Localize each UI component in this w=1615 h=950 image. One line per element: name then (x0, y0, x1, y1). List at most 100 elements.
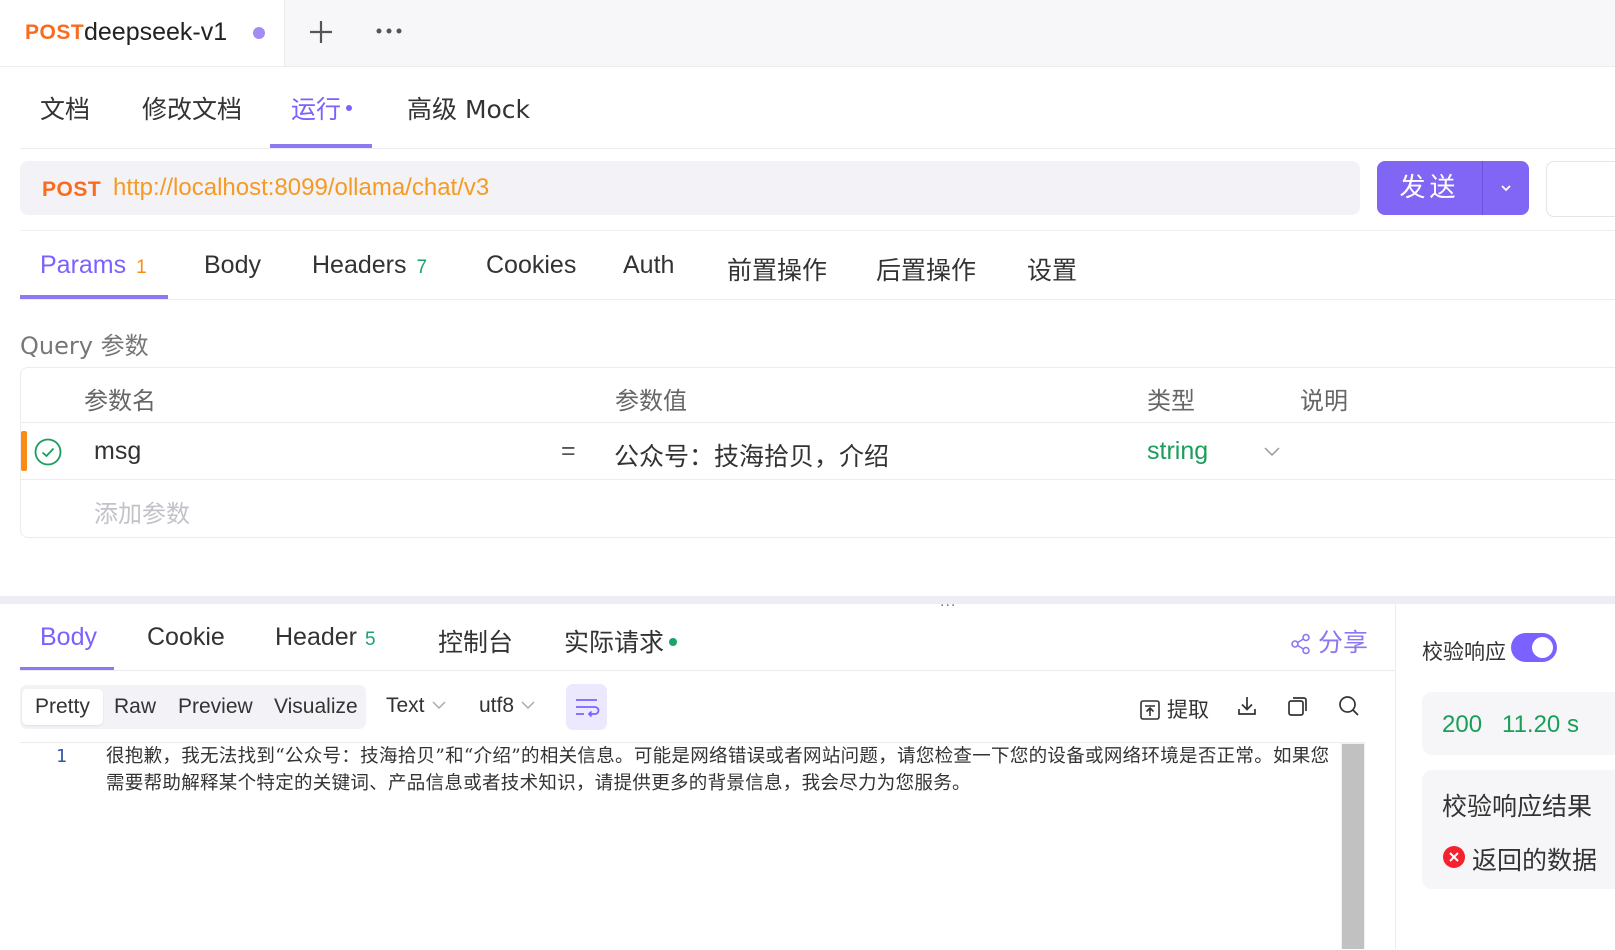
format-raw-button[interactable]: Raw (101, 689, 169, 725)
validation-error-text: 返回的数据 (1472, 846, 1598, 875)
tab-advanced-mock[interactable]: 高级 Mock (407, 90, 530, 126)
ellipsis-icon (376, 28, 402, 34)
wrap-lines-icon (576, 699, 600, 718)
check-circle-icon (34, 438, 62, 466)
copy-icon (1288, 697, 1307, 716)
response-tab-console[interactable]: 控制台 (438, 623, 513, 659)
format-mode-group: Pretty Raw Preview Visualize (20, 685, 366, 729)
verify-response-label: 校验响应 (1422, 640, 1506, 664)
tab-method-label: POST (25, 21, 85, 44)
tab-pre-request[interactable]: 前置操作 (727, 251, 827, 287)
response-body-text[interactable]: 很抱歉，我无法找到“公众号：技海拾贝”和“介绍”的相关信息。可能是网络错误或者网… (106, 743, 1338, 797)
response-tab-body[interactable]: Body (40, 623, 97, 652)
extract-label: 提取 (1167, 698, 1209, 722)
tab-docs[interactable]: 文档 (40, 90, 90, 126)
format-pretty-button[interactable]: Pretty (22, 689, 103, 725)
content-type-select[interactable]: Text (386, 694, 447, 718)
plus-icon (310, 21, 332, 43)
param-type-select[interactable]: string (1147, 437, 1208, 466)
save-button[interactable] (1546, 161, 1615, 217)
encoding-select[interactable]: utf8 (479, 694, 536, 718)
row-divider (20, 479, 1615, 480)
row-drag-handle[interactable] (21, 431, 27, 471)
request-mode-tabs: 文档 修改文档 运行 高级 Mock (20, 66, 1615, 149)
status-code: 200 (1442, 711, 1483, 738)
status-dot-icon (669, 638, 678, 646)
copy-button[interactable] (1286, 694, 1310, 718)
share-icon (1291, 633, 1310, 655)
column-header-name: 参数名 (84, 387, 156, 415)
tab-run[interactable]: 运行 (291, 90, 353, 126)
error-icon (1442, 845, 1466, 869)
format-preview-button[interactable]: Preview (165, 689, 266, 725)
response-tab-cookie[interactable]: Cookie (147, 623, 225, 652)
active-tab-indicator (270, 144, 372, 148)
search-button[interactable] (1337, 694, 1361, 718)
url-input[interactable]: http://localhost:8099/ollama/chat/v3 (113, 174, 489, 202)
headers-count-badge: 7 (416, 257, 428, 278)
panel-resize-divider[interactable] (0, 596, 1615, 604)
response-header-count-badge: 5 (365, 629, 376, 650)
resize-handle-icon[interactable]: ... (940, 593, 956, 611)
add-param-input[interactable]: 添加参数 (94, 494, 190, 529)
param-enabled-checkbox[interactable] (33, 437, 63, 467)
tab-cookies[interactable]: Cookies (486, 251, 576, 280)
word-wrap-button[interactable] (566, 684, 607, 730)
request-config-tabs: Params 1 Body Headers 7 Cookies Auth 前置操作 … (20, 230, 1615, 300)
query-section-title: Query 参数 (20, 332, 149, 360)
share-label: 分享 (1318, 628, 1369, 657)
method-select[interactable]: POST (42, 178, 101, 202)
extract-button[interactable]: 提取 (1139, 694, 1209, 724)
chevron-down-icon (521, 701, 535, 710)
more-tabs-button[interactable] (368, 12, 412, 52)
response-time: 11.20 s (1502, 711, 1579, 738)
tab-headers[interactable]: Headers 7 (312, 251, 427, 280)
column-header-type: 类型 (1147, 387, 1195, 415)
new-tab-button[interactable] (300, 12, 344, 52)
verify-response-toggle[interactable] (1511, 633, 1557, 662)
param-name-input[interactable]: msg (94, 437, 141, 466)
type-dropdown-toggle[interactable] (1261, 440, 1283, 462)
tabs-divider (20, 670, 1395, 671)
line-number: 1 (56, 746, 67, 767)
chevron-down-icon (1264, 447, 1280, 457)
tab-params[interactable]: Params 1 (40, 251, 147, 280)
encoding-value: utf8 (479, 694, 515, 717)
tab-run-label: 运行 (291, 95, 342, 124)
tab-edit-docs[interactable]: 修改文档 (142, 90, 242, 126)
editor-scrollbar-thumb[interactable] (1342, 744, 1364, 949)
tab-auth[interactable]: Auth (623, 251, 674, 280)
response-tab-header-label: Header (275, 623, 357, 651)
url-bar[interactable]: POST http://localhost:8099/ollama/chat/v… (20, 161, 1360, 215)
row-divider (20, 422, 1615, 423)
send-button[interactable]: 发送 (1377, 161, 1529, 215)
format-visualize-button[interactable]: Visualize (261, 689, 371, 725)
extract-icon (1140, 700, 1160, 720)
tab-params-label: Params (40, 251, 127, 279)
response-tab-actual-label: 实际请求 (564, 628, 665, 657)
validation-result-title: 校验响应结果 (1442, 792, 1593, 821)
response-tab-actual-request[interactable]: 实际请求 (564, 623, 678, 659)
params-count-badge: 1 (136, 257, 147, 278)
tab-body[interactable]: Body (204, 251, 261, 280)
toggle-knob (1532, 637, 1553, 658)
tab-settings[interactable]: 设置 (1027, 251, 1077, 287)
content-type-value: Text (386, 694, 425, 717)
tab-post-request[interactable]: 后置操作 (876, 251, 976, 287)
param-value-input[interactable]: 公众号：技海拾贝，介绍 (614, 437, 889, 473)
response-tab-header[interactable]: Header 5 (275, 623, 376, 652)
active-tab-indicator (20, 295, 168, 299)
column-header-description: 说明 (1300, 387, 1348, 415)
request-tab[interactable]: POST deepseek-v1 (0, 0, 285, 66)
search-icon (1339, 696, 1359, 716)
tab-request-name: deepseek-v1 (84, 18, 228, 46)
send-button-label: 发送 (1399, 173, 1460, 203)
download-button[interactable] (1235, 694, 1259, 718)
tab-headers-label: Headers (312, 251, 407, 279)
chevron-down-icon (431, 701, 446, 710)
unsaved-dot-icon (253, 27, 265, 39)
send-options-button[interactable] (1483, 161, 1529, 215)
modified-dot-icon (346, 105, 353, 111)
share-button[interactable]: 分享 (1290, 623, 1368, 659)
download-icon (1238, 697, 1256, 715)
